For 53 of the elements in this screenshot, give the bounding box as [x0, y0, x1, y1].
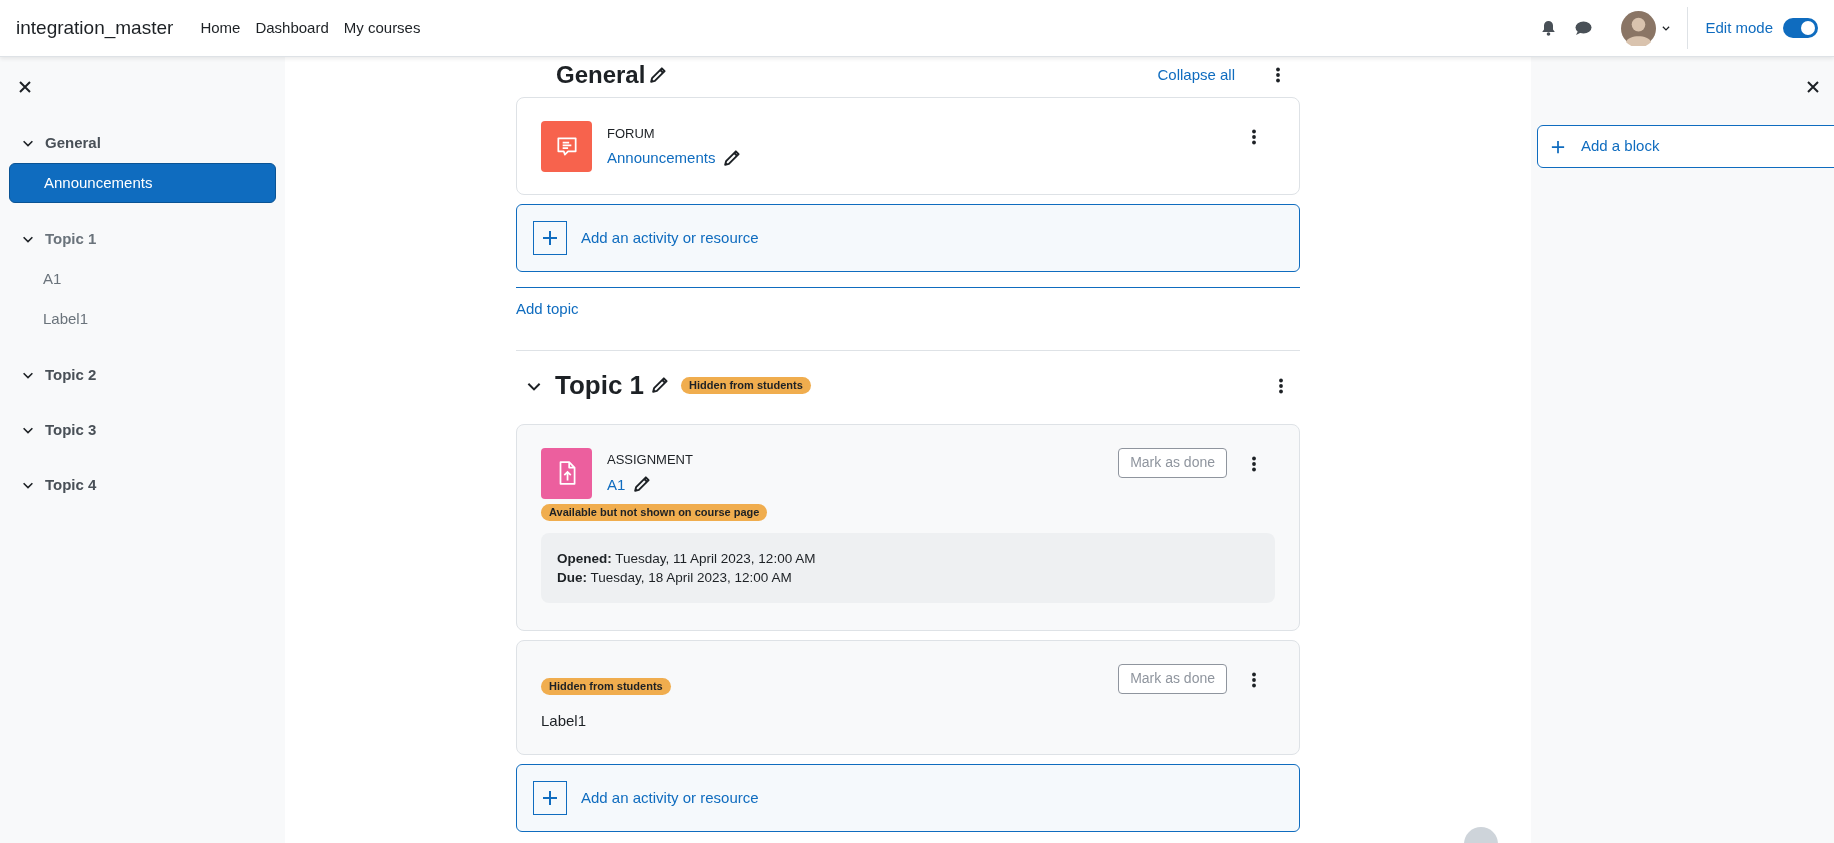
course-index-section[interactable]: Topic 2 [45, 363, 97, 387]
status-badge: Available but not shown on course page [541, 503, 768, 521]
nav-link[interactable]: Home [200, 16, 241, 40]
plus-icon [1551, 139, 1565, 154]
pencil-icon[interactable] [723, 149, 741, 167]
section-heading: General [556, 60, 646, 90]
date-text: Due: Tuesday, 18 April 2023, 12:00 AM [557, 568, 793, 587]
add-activity-button[interactable]: Add an activity or resource [516, 204, 1300, 272]
more-menu-icon[interactable] [1251, 129, 1257, 145]
pencil-icon[interactable] [651, 377, 669, 394]
nav-link[interactable]: Dashboard [255, 16, 329, 40]
label-text: Label1 [541, 710, 588, 731]
edit-mode-label: Edit mode [1705, 17, 1773, 38]
add-topic-link[interactable]: Add topic [516, 298, 579, 321]
activity-link[interactable]: A1 [607, 473, 626, 496]
activity-type: FORUM [607, 124, 656, 143]
section-heading: Topic 1 [555, 369, 645, 402]
close-icon[interactable] [19, 81, 31, 93]
course-index-section[interactable]: General [45, 131, 101, 155]
course-index-item[interactable]: Label1 [9, 299, 276, 339]
bell-icon[interactable] [1541, 20, 1557, 36]
more-menu-icon[interactable] [1278, 377, 1284, 394]
pencil-icon[interactable] [633, 476, 651, 494]
forum-icon[interactable] [541, 121, 592, 172]
status-badge: Hidden from students [541, 677, 671, 695]
edit-mode-toggle[interactable] [1783, 18, 1818, 38]
chat-icon[interactable] [1575, 20, 1593, 36]
close-icon[interactable] [1807, 81, 1819, 93]
add-activity-button[interactable]: Add an activity or resource [516, 764, 1300, 832]
mark-as-done-button[interactable]: Mark as done [1118, 663, 1227, 694]
course-index-item[interactable]: A1 [9, 259, 276, 299]
more-menu-icon[interactable] [1251, 455, 1257, 472]
status-badge: Hidden from students [681, 377, 811, 394]
pencil-icon[interactable] [649, 66, 667, 84]
site-name[interactable]: integration_master [16, 13, 174, 43]
more-menu-icon[interactable] [1251, 671, 1257, 688]
plus-icon [533, 781, 567, 815]
collapse-all-link[interactable]: Collapse all [1157, 63, 1235, 87]
caret-icon[interactable] [1661, 23, 1672, 33]
plus-icon [533, 221, 567, 255]
more-menu-icon[interactable] [1275, 67, 1281, 83]
date-text: Opened: Tuesday, 11 April 2023, 12:00 AM [557, 549, 817, 568]
course-index-section[interactable]: Topic 4 [45, 473, 97, 497]
mark-as-done-button[interactable]: Mark as done [1118, 447, 1227, 478]
course-index-section[interactable]: Topic 3 [45, 418, 97, 442]
course-index-item[interactable]: Announcements [9, 163, 276, 203]
activity-type: ASSIGNMENT [607, 451, 693, 469]
file-upload-icon[interactable] [541, 447, 592, 499]
course-index-section[interactable]: Topic 1 [45, 227, 97, 251]
add-block-button[interactable]: Add a block [1537, 125, 1834, 168]
avatar[interactable] [1621, 10, 1657, 46]
nav-link[interactable]: My courses [343, 16, 421, 40]
activity-link[interactable]: Announcements [607, 147, 716, 170]
